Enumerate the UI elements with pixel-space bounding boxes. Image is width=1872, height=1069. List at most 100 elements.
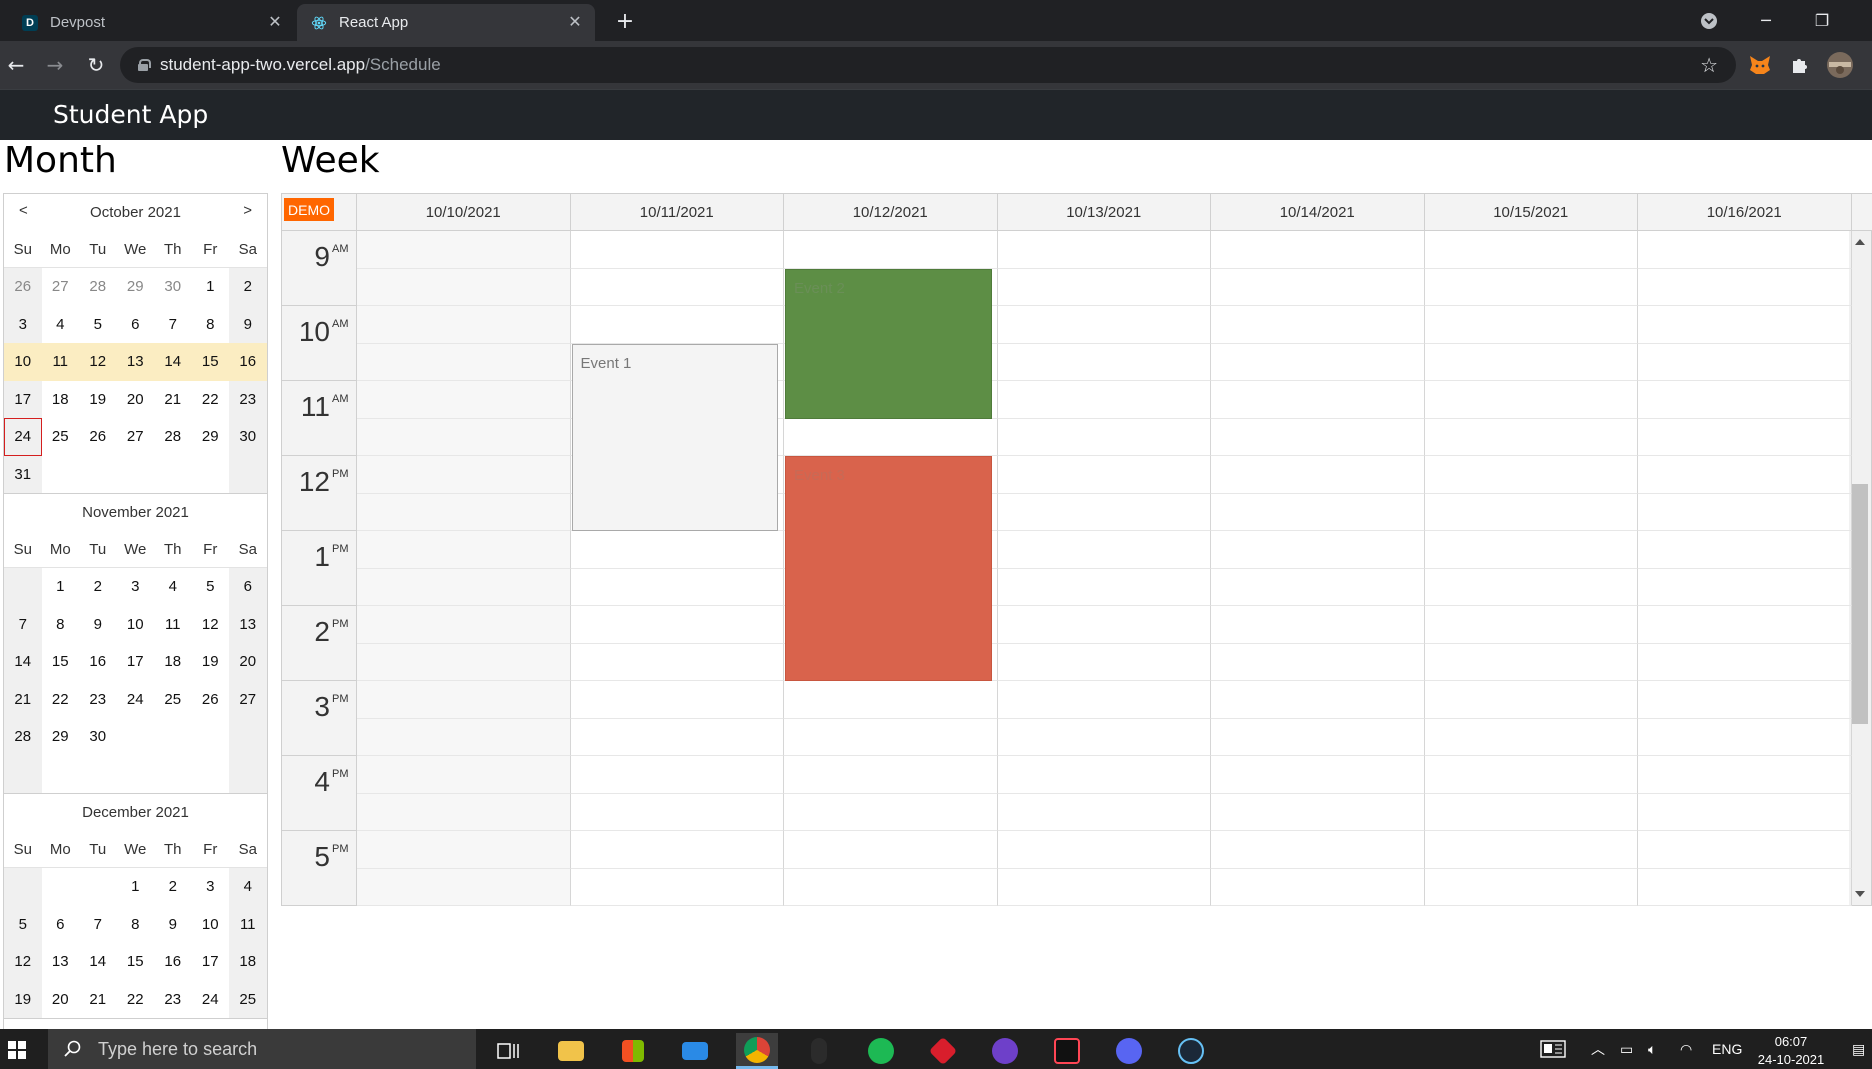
time-slot[interactable]	[357, 643, 571, 681]
time-slot[interactable]	[1424, 343, 1638, 381]
time-slot[interactable]	[1424, 831, 1638, 869]
time-slot[interactable]	[1424, 756, 1638, 794]
red-app-icon[interactable]	[922, 1033, 964, 1069]
next-month-button[interactable]: >	[243, 202, 252, 219]
time-slot[interactable]	[1211, 456, 1425, 494]
time-slot[interactable]	[997, 381, 1211, 419]
time-slot[interactable]	[1638, 718, 1852, 756]
day-cell[interactable]: 26	[192, 681, 230, 719]
day-cell[interactable]: 25	[42, 418, 80, 456]
day-column-header[interactable]: 10/12/2021	[784, 194, 998, 231]
reload-icon[interactable]: ↻	[82, 51, 110, 79]
time-slot[interactable]	[997, 831, 1211, 869]
time-slot[interactable]	[570, 868, 784, 906]
time-slot[interactable]	[357, 718, 571, 756]
time-slot[interactable]	[357, 306, 571, 344]
day-cell[interactable]: 4	[154, 568, 192, 606]
day-column-header[interactable]: 10/15/2021	[1424, 194, 1638, 231]
time-slot[interactable]	[357, 456, 571, 494]
day-cell[interactable]: 27	[42, 268, 80, 306]
time-slot[interactable]	[1211, 868, 1425, 906]
day-cell[interactable]: 27	[229, 680, 267, 718]
time-slot[interactable]	[570, 568, 784, 606]
day-cell[interactable]: 6	[229, 568, 267, 606]
time-slot[interactable]	[1211, 606, 1425, 644]
time-slot[interactable]	[784, 231, 998, 269]
time-slot[interactable]	[1638, 606, 1852, 644]
time-slot[interactable]	[997, 418, 1211, 456]
day-cell[interactable]: 15	[117, 943, 155, 981]
time-slot[interactable]	[1211, 531, 1425, 569]
time-slot[interactable]	[570, 643, 784, 681]
time-slot[interactable]	[570, 606, 784, 644]
day-cell[interactable]: 29	[42, 718, 80, 756]
day-cell[interactable]: 28	[79, 268, 117, 306]
day-cell[interactable]: 8	[42, 606, 80, 644]
microphone-app-icon[interactable]	[798, 1033, 840, 1069]
time-slot[interactable]	[357, 343, 571, 381]
time-slot[interactable]	[997, 268, 1211, 306]
time-slot[interactable]	[570, 718, 784, 756]
time-slot[interactable]	[1211, 793, 1425, 831]
day-cell[interactable]: 22	[117, 981, 155, 1019]
day-cell[interactable]: 14	[154, 343, 192, 381]
day-cell[interactable]: 4	[42, 306, 80, 344]
day-cell[interactable]: 30	[229, 418, 267, 456]
day-cell[interactable]: 23	[229, 380, 267, 418]
calendar-scrollbar[interactable]	[1849, 231, 1871, 905]
day-cell[interactable]: 7	[4, 605, 42, 643]
microsoft-store-icon[interactable]	[612, 1033, 654, 1069]
chrome-icon[interactable]	[736, 1033, 778, 1069]
time-slot[interactable]	[1211, 756, 1425, 794]
tab-search-icon[interactable]	[1681, 0, 1737, 41]
time-slot[interactable]	[1211, 493, 1425, 531]
day-cell[interactable]: 7	[154, 306, 192, 344]
new-tab-button[interactable]: +	[612, 8, 638, 34]
day-column-header[interactable]: 10/14/2021	[1211, 194, 1425, 231]
time-slot[interactable]	[1638, 793, 1852, 831]
day-cell[interactable]: 12	[192, 606, 230, 644]
day-cell[interactable]: 14	[79, 943, 117, 981]
time-slot[interactable]	[357, 418, 571, 456]
day-cell[interactable]: 13	[229, 605, 267, 643]
day-cell[interactable]: 18	[229, 943, 267, 981]
time-slot[interactable]	[357, 756, 571, 794]
time-slot[interactable]	[570, 681, 784, 719]
day-cell[interactable]: 3	[117, 568, 155, 606]
valorant-icon[interactable]	[1046, 1033, 1088, 1069]
day-cell[interactable]: 1	[117, 868, 155, 906]
time-slot[interactable]	[570, 756, 784, 794]
day-cell[interactable]: 29	[117, 268, 155, 306]
time-slot[interactable]	[1638, 268, 1852, 306]
day-cell[interactable]: 28	[4, 718, 42, 756]
time-slot[interactable]	[570, 793, 784, 831]
day-cell[interactable]: 14	[4, 643, 42, 681]
discord-icon[interactable]	[1108, 1033, 1150, 1069]
time-slot[interactable]	[1424, 793, 1638, 831]
time-slot[interactable]	[570, 831, 784, 869]
time-slot[interactable]	[357, 868, 571, 906]
time-slot[interactable]	[1424, 456, 1638, 494]
time-slot[interactable]	[1211, 568, 1425, 606]
time-slot[interactable]	[784, 681, 998, 719]
close-tab-icon[interactable]: ✕	[565, 12, 585, 32]
day-cell[interactable]: 27	[117, 418, 155, 456]
day-cell[interactable]: 21	[4, 680, 42, 718]
time-slot[interactable]	[1211, 831, 1425, 869]
day-cell[interactable]: 22	[42, 681, 80, 719]
day-cell[interactable]: 28	[154, 418, 192, 456]
scroll-up-icon[interactable]	[1855, 239, 1865, 245]
time-slot[interactable]	[1638, 493, 1852, 531]
day-column-header[interactable]: 10/13/2021	[997, 194, 1211, 231]
time-slot[interactable]	[1211, 718, 1425, 756]
time-slot[interactable]	[1424, 231, 1638, 269]
time-slot[interactable]	[1638, 381, 1852, 419]
time-slot[interactable]	[357, 606, 571, 644]
time-slot[interactable]	[997, 568, 1211, 606]
time-slot[interactable]	[1424, 643, 1638, 681]
day-cell[interactable]: 2	[79, 568, 117, 606]
day-cell[interactable]: 16	[229, 343, 267, 381]
time-slot[interactable]	[1638, 756, 1852, 794]
steam-icon[interactable]	[1170, 1033, 1212, 1069]
time-slot[interactable]	[1424, 531, 1638, 569]
